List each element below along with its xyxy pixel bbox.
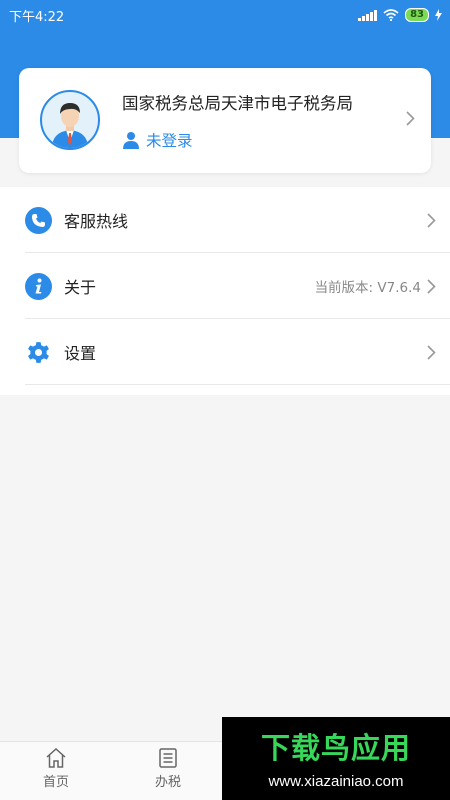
org-name: 国家税务总局天津市电子税务局 <box>122 94 353 113</box>
status-icons: 83 <box>358 8 442 22</box>
tab-home-label: 首页 <box>42 775 69 790</box>
gear-icon <box>25 339 52 366</box>
watermark-logo: 下载鸟应用 www.xiazainiao.com <box>222 717 450 800</box>
version-text: 当前版本: V7.6.4 <box>314 280 421 296</box>
chevron-right-icon <box>427 278 436 294</box>
status-bar: 下午4:22 83 <box>0 0 450 30</box>
document-icon <box>159 748 177 768</box>
user-avatar-icon <box>52 103 88 148</box>
menu-item-about[interactable]: 关于 当前版本: V7.6.4 <box>0 253 450 319</box>
watermark-url: www.xiazainiao.com <box>268 773 404 790</box>
menu-item-settings[interactable]: 设置 <box>0 319 450 385</box>
chevron-right-icon <box>427 212 436 228</box>
avatar[interactable] <box>40 90 100 150</box>
signal-icon <box>358 9 378 21</box>
chevron-right-icon <box>406 111 415 126</box>
battery-icon: 83 <box>405 8 429 22</box>
menu-label-settings: 设置 <box>64 344 97 363</box>
profile-card[interactable]: 国家税务总局天津市电子税务局 未登录 <box>19 68 431 173</box>
chevron-right-icon <box>427 344 436 360</box>
info-icon <box>25 272 52 300</box>
login-status-label: 未登录 <box>146 132 193 150</box>
phone-icon <box>25 206 52 234</box>
tab-tax-label: 办税 <box>154 775 181 790</box>
watermark-title: 下载鸟应用 <box>260 731 411 765</box>
login-status[interactable]: 未登录 <box>122 129 193 151</box>
menu-item-hotline[interactable]: 客服热线 <box>0 187 450 253</box>
status-time: 下午4:22 <box>9 9 65 25</box>
home-icon <box>46 747 66 768</box>
user-icon <box>123 132 139 149</box>
tab-home[interactable]: 首页 <box>26 747 86 790</box>
tab-tax[interactable]: 办税 <box>138 747 198 790</box>
menu-label-about: 关于 <box>64 278 97 297</box>
wifi-icon <box>383 9 399 21</box>
menu-list: 客服热线 关于 当前版本: V7.6.4 设置 <box>0 187 450 395</box>
menu-label-hotline: 客服热线 <box>64 212 129 231</box>
charging-icon <box>435 9 442 21</box>
